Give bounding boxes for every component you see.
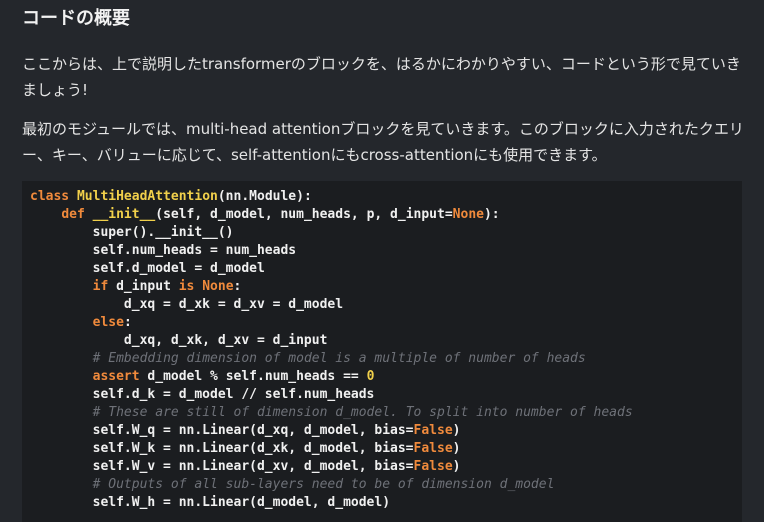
code-token: False [413, 423, 453, 438]
code-token: if [92, 279, 117, 294]
code-token: self.W_h = nn.Linear(d_model, d_model) [30, 495, 391, 510]
code-token: ) [452, 459, 461, 474]
code-line: self.W_v = nn.Linear(d_xv, d_model, bias… [30, 458, 742, 476]
code-token: 0 [366, 369, 375, 384]
code-token: ): [483, 207, 500, 222]
code-token: self.num_heads = num_heads [30, 243, 297, 258]
code-token: False [413, 459, 453, 474]
code-line: # These are still of dimension d_model. … [30, 404, 742, 422]
code-line: class MultiHeadAttention(nn.Module): [30, 188, 742, 206]
code-line: else: [30, 314, 742, 332]
code-token: False [413, 441, 453, 456]
code-token: ) [452, 441, 461, 456]
code-token: d_input [116, 279, 179, 294]
code-token: None [452, 207, 484, 222]
code-token: # These are still of dimension d_model. … [92, 405, 633, 420]
code-listing: class MultiHeadAttention(nn.Module): def… [30, 188, 742, 512]
code-line: if d_input is None: [30, 278, 742, 296]
code-line: assert d_model % self.num_heads == 0 [30, 368, 742, 386]
code-line: super().__init__() [30, 224, 742, 242]
code-token: : [123, 315, 132, 330]
code-line: # Embedding dimension of model is a mult… [30, 350, 742, 368]
code-token: (self, d_model, num_heads, p, d_input= [155, 207, 453, 222]
code-token: d_model % self.num_heads == [147, 369, 367, 384]
code-token: # Outputs of all sub-layers need to be o… [92, 477, 555, 492]
code-token: self.d_model = d_model [30, 261, 265, 276]
code-line: self.num_heads = num_heads [30, 242, 742, 260]
code-token: assert [92, 369, 148, 384]
section-heading: コードの概要 [22, 8, 130, 29]
code-line: self.W_k = nn.Linear(d_xk, d_model, bias… [30, 440, 742, 458]
code-token: __init__ [92, 207, 156, 222]
code-token: self.d_k = d_model // self.num_heads [30, 387, 375, 402]
code-token: def [61, 207, 93, 222]
code-token: self.W_k = nn.Linear(d_xk, d_model, bias… [30, 441, 414, 456]
code-line: self.d_model = d_model [30, 260, 742, 278]
code-token: self.W_q = nn.Linear(d_xq, d_model, bias… [30, 423, 414, 438]
code-token: # Embedding dimension of model is a mult… [92, 351, 586, 366]
code-token: (nn.Module): [217, 189, 312, 204]
code-line: def __init__(self, d_model, num_heads, p… [30, 206, 742, 224]
code-token: class [30, 189, 77, 204]
code-line: self.W_q = nn.Linear(d_xq, d_model, bias… [30, 422, 742, 440]
module-paragraph: 最初のモジュールでは、multi-head attentionブロックを見ていき… [22, 120, 744, 164]
code-token: else [92, 315, 124, 330]
code-token: d_xq = d_xk = d_xv = d_model [30, 297, 344, 312]
code-token: super().__init__() [30, 225, 234, 240]
article: コードの概要 ここからは、上で説明したtransformerのブロックを、はるか… [0, 0, 764, 522]
intro-paragraph: ここからは、上で説明したtransformerのブロックを、はるかにわかりやすい… [22, 55, 741, 99]
code-token: d_xq, d_xk, d_xv = d_input [30, 333, 328, 348]
code-token: self.W_v = nn.Linear(d_xv, d_model, bias… [30, 459, 414, 474]
code-line: d_xq, d_xk, d_xv = d_input [30, 332, 742, 350]
code-token: ) [452, 423, 461, 438]
code-token: : [233, 279, 242, 294]
code-line: d_xq = d_xk = d_xv = d_model [30, 296, 742, 314]
code-block[interactable]: class MultiHeadAttention(nn.Module): def… [22, 181, 742, 522]
code-line: self.W_h = nn.Linear(d_model, d_model) [30, 494, 742, 512]
code-token: MultiHeadAttention [76, 189, 218, 204]
code-line: self.d_k = d_model // self.num_heads [30, 386, 742, 404]
code-token: is None [178, 279, 234, 294]
code-line: # Outputs of all sub-layers need to be o… [30, 476, 742, 494]
